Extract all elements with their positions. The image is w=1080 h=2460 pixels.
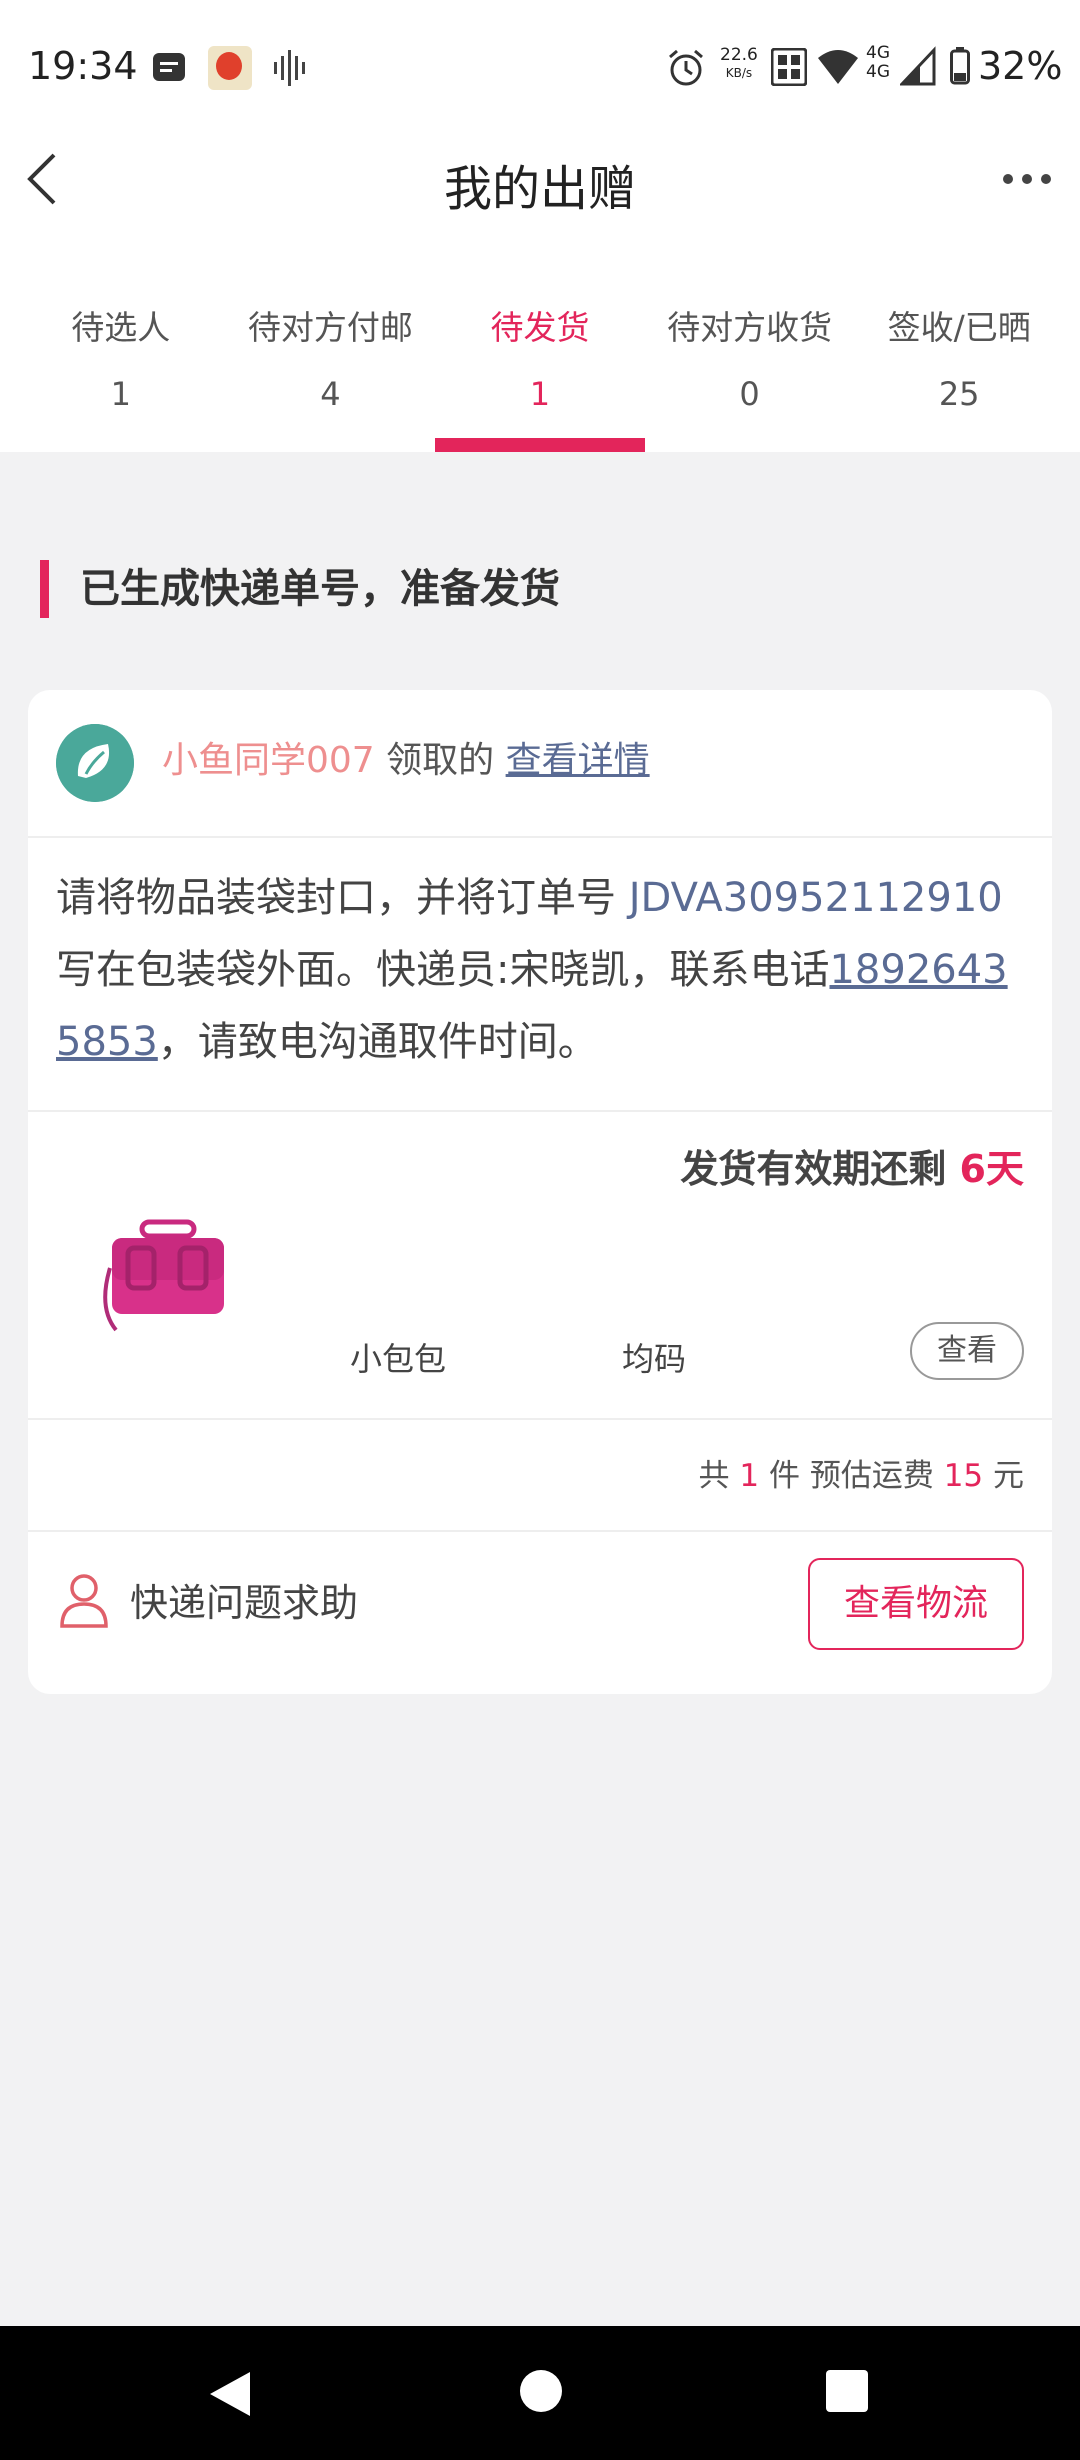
product-image[interactable]	[88, 1198, 238, 1348]
tab-label: 签收/已晒	[887, 308, 1031, 347]
summary-middle: 件 预估运费	[759, 1458, 944, 1494]
page-title: 我的出赠	[443, 161, 636, 217]
system-nav-bar	[0, 2326, 1080, 2460]
tab-pending-shipment[interactable]: 待发货 1	[435, 275, 645, 452]
shipping-deadline: 发货有效期还剩 6天	[680, 1138, 1024, 1193]
tab-pending-postage[interactable]: 待对方付邮 4	[226, 275, 436, 452]
product-name: 小包包	[350, 1340, 447, 1378]
more-options-icon[interactable]	[1002, 171, 1052, 187]
app-notification-icon	[208, 46, 252, 90]
item-count: 1	[739, 1458, 760, 1494]
net-speed-value: 22.6	[720, 45, 758, 65]
order-number: JDVA30952112910	[628, 875, 1003, 921]
order-summary: 共 1 件 预估运费 15 元	[28, 1420, 1052, 1532]
section-heading-text: 已生成快递单号，准备发货	[80, 566, 560, 612]
wifi-icon	[818, 50, 858, 84]
status-bar: 19:34 22.6 KB/s 4G 4G 32%	[0, 0, 1080, 135]
tab-received[interactable]: 签收/已晒 25	[854, 275, 1064, 452]
product-row: 发货有效期还剩 6天 小包包 均码 查看	[28, 1112, 1052, 1420]
avatar[interactable]	[56, 724, 134, 802]
tab-count: 0	[739, 375, 760, 413]
message-icon	[153, 53, 185, 81]
recipient-line: 小鱼同学007 领取的 查看详情	[162, 736, 650, 786]
net-speed: 22.6 KB/s	[720, 46, 758, 82]
tab-label: 待选人	[71, 308, 171, 347]
tab-count: 1	[110, 375, 131, 413]
view-product-button[interactable]: 查看	[910, 1322, 1024, 1380]
hd-icon	[771, 48, 807, 86]
signal-icon	[900, 46, 936, 86]
nav-recents-icon[interactable]	[826, 2370, 868, 2412]
summary-suffix: 元	[983, 1458, 1024, 1494]
tab-label: 待对方收货	[667, 308, 833, 347]
net-speed-unit: KB/s	[725, 66, 753, 80]
battery-percent: 32%	[978, 44, 1063, 88]
tab-count: 4	[320, 375, 341, 413]
tab-count: 25	[938, 375, 980, 413]
deadline-days: 6天	[959, 1147, 1024, 1191]
courier-help-link[interactable]: 快递问题求助	[130, 1572, 358, 1627]
battery-icon	[950, 47, 970, 85]
summary-text: 共 1 件 预估运费 15 元	[699, 1450, 1024, 1495]
alarm-icon	[669, 49, 703, 86]
nav-home-icon[interactable]	[520, 2370, 562, 2412]
product-size: 均码	[622, 1340, 687, 1378]
network-type-2: 4G	[866, 62, 890, 82]
section-accent-bar	[40, 560, 49, 618]
tab-label: 待对方付邮	[247, 308, 413, 347]
deadline-label: 发货有效期还剩	[680, 1147, 960, 1191]
status-tabs: 待选人 1 待对方付邮 4 待发货 1 待对方收货 0 签收/已晒 25	[0, 275, 1080, 452]
view-logistics-button[interactable]: 查看物流	[808, 1558, 1024, 1650]
recipient-verb: 领取的	[374, 740, 506, 781]
help-row: 快递问题求助 查看物流	[28, 1532, 1052, 1694]
app-header: 我的出赠	[0, 135, 1080, 275]
instruction-part2: 写在包装袋外面。快递员:宋晓凯，联系电话	[56, 947, 830, 993]
tab-count: 1	[529, 375, 551, 413]
instruction-text: 请将物品装袋封口，并将订单号 JDVA30952112910 写在包装袋外面。快…	[56, 862, 1024, 1078]
tab-pending-selection[interactable]: 待选人 1	[16, 275, 226, 452]
view-details-link[interactable]: 查看详情	[506, 740, 650, 781]
tab-pending-receipt[interactable]: 待对方收货 0	[645, 275, 855, 452]
instruction-part1: 请将物品装袋封口，并将订单号	[56, 875, 629, 921]
summary-prefix: 共	[698, 1458, 740, 1494]
network-type: 4G 4G	[866, 44, 890, 82]
shipping-fee: 15	[943, 1458, 984, 1494]
order-card: 小鱼同学007 领取的 查看详情 请将物品装袋封口，并将订单号 JDVA3095…	[28, 690, 1052, 1694]
recipient-row: 小鱼同学007 领取的 查看详情	[28, 690, 1052, 838]
status-time: 19:34	[28, 44, 138, 88]
recipient-name[interactable]: 小鱼同学007	[162, 740, 375, 781]
tab-label: 待发货	[490, 308, 590, 347]
person-icon[interactable]	[58, 1572, 110, 1628]
shipping-instruction: 请将物品装袋封口，并将订单号 JDVA30952112910 写在包装袋外面。快…	[28, 838, 1052, 1112]
audio-wave-icon	[274, 50, 305, 86]
nav-back-icon[interactable]	[206, 2370, 252, 2418]
instruction-part3: ，请致电沟通取件时间。	[157, 1019, 598, 1065]
network-type-1: 4G	[866, 43, 890, 63]
